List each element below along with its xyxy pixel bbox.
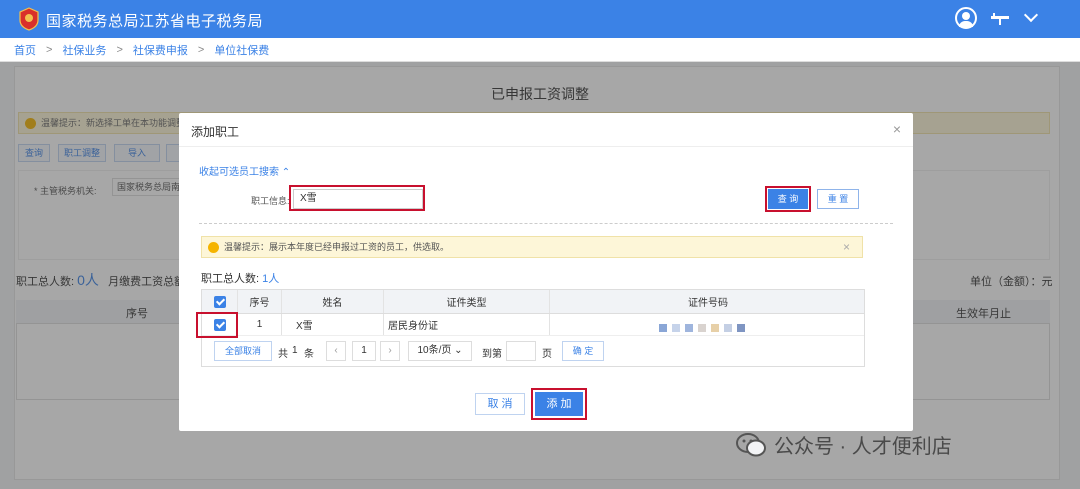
employee-table: 序号 姓名 证件类型 证件号码 1 X雪 居民身份证 全部取消 共 1 条 ‹ …	[201, 289, 865, 367]
cancel-button[interactable]: 取 消	[475, 393, 525, 415]
current-page[interactable]: 1	[352, 341, 376, 361]
tip-close-icon[interactable]: ×	[843, 237, 850, 257]
watermark-text: 公众号 · 人才便利店	[774, 436, 952, 458]
pagination: 全部取消 共 1 条 ‹ 1 › 10条/页 ⌄ 到第 页 确 定	[202, 336, 864, 366]
watermark: 公众号 · 人才便利店	[736, 430, 952, 459]
add-employee-dialog: 添加职工 × 收起可选员工搜索 ⌃ 职工信息: X雪 查 询 重 置 温馨提示：…	[179, 113, 913, 431]
employee-info-label: 职工信息:	[251, 196, 290, 206]
highlight-frame	[289, 185, 425, 211]
highlight-frame	[531, 388, 587, 420]
dialog-header: 添加职工 ×	[179, 113, 913, 147]
close-icon[interactable]: ×	[893, 121, 901, 137]
collapse-search-link[interactable]: 收起可选员工搜索 ⌃	[199, 163, 290, 178]
breadcrumb-social-fee-declaration[interactable]: 社保费申报	[133, 42, 188, 58]
dialog-title: 添加职工	[191, 125, 240, 139]
col-id-number: 证件号码	[688, 298, 728, 309]
breadcrumb-unit-social-fee[interactable]: 单位社保费	[214, 42, 269, 58]
total-prefix: 共	[278, 349, 288, 360]
reset-button[interactable]: 重 置	[817, 189, 859, 209]
select-all-cell[interactable]	[202, 290, 238, 313]
highlight-frame	[196, 312, 238, 338]
breadcrumb-social-business[interactable]: 社保业务	[62, 42, 106, 58]
row-id-type: 居民身份证	[384, 314, 550, 335]
breadcrumb-separator: >	[197, 43, 205, 56]
row-seq: 1	[238, 314, 282, 335]
col-seq: 序号	[238, 290, 282, 313]
chevron-down-icon[interactable]	[1023, 7, 1039, 23]
prev-page-button[interactable]: ‹	[326, 341, 346, 361]
table-row[interactable]: 1 X雪 居民身份证	[202, 314, 864, 336]
top-bar: 国家税务总局江苏省电子税务局	[0, 0, 1080, 38]
breadcrumb-separator: >	[116, 43, 123, 56]
breadcrumb-separator: >	[46, 43, 53, 56]
total-suffix: 条	[304, 349, 314, 360]
tax-emblem-icon	[19, 7, 39, 31]
select-all-checkbox[interactable]	[213, 295, 226, 308]
page-size-select[interactable]: 10条/页 ⌄	[408, 341, 472, 361]
tip-banner: 温馨提示：展示本年度已经申报过工资的员工，供选取。 ×	[201, 236, 863, 258]
next-page-button[interactable]: ›	[380, 341, 400, 361]
cancel-all-button[interactable]: 全部取消	[214, 341, 272, 361]
goto-page-input[interactable]	[506, 341, 536, 361]
highlight-frame	[765, 186, 811, 212]
tip-text: 温馨提示：展示本年度已经申报过工资的员工，供选取。	[224, 242, 450, 252]
warning-icon	[208, 242, 219, 253]
col-name: 姓名	[282, 290, 384, 313]
employee-count-label: 职工总人数:	[201, 273, 260, 285]
table-header: 序号 姓名 证件类型 证件号码	[202, 290, 864, 314]
employee-count-value: 1人	[262, 273, 280, 285]
user-avatar-icon[interactable]	[955, 7, 977, 29]
breadcrumb: 首页 > 社保业务 > 社保费申报 > 单位社保费	[0, 38, 1080, 62]
divider	[199, 223, 893, 224]
confirm-page-button[interactable]: 确 定	[562, 341, 604, 361]
employee-count: 职工总人数: 1人	[201, 270, 279, 286]
col-id-type: 证件类型	[384, 290, 550, 313]
goto-suffix: 页	[542, 349, 552, 360]
goto-label: 到第	[482, 349, 502, 360]
redacted-id-number	[659, 324, 745, 332]
network-icon[interactable]	[990, 12, 1010, 26]
app-title: 国家税务总局江苏省电子税务局	[46, 13, 264, 30]
total-count: 1	[292, 345, 298, 356]
row-name: X雪	[282, 314, 384, 335]
wechat-icon	[736, 432, 766, 456]
breadcrumb-home[interactable]: 首页	[14, 42, 36, 58]
